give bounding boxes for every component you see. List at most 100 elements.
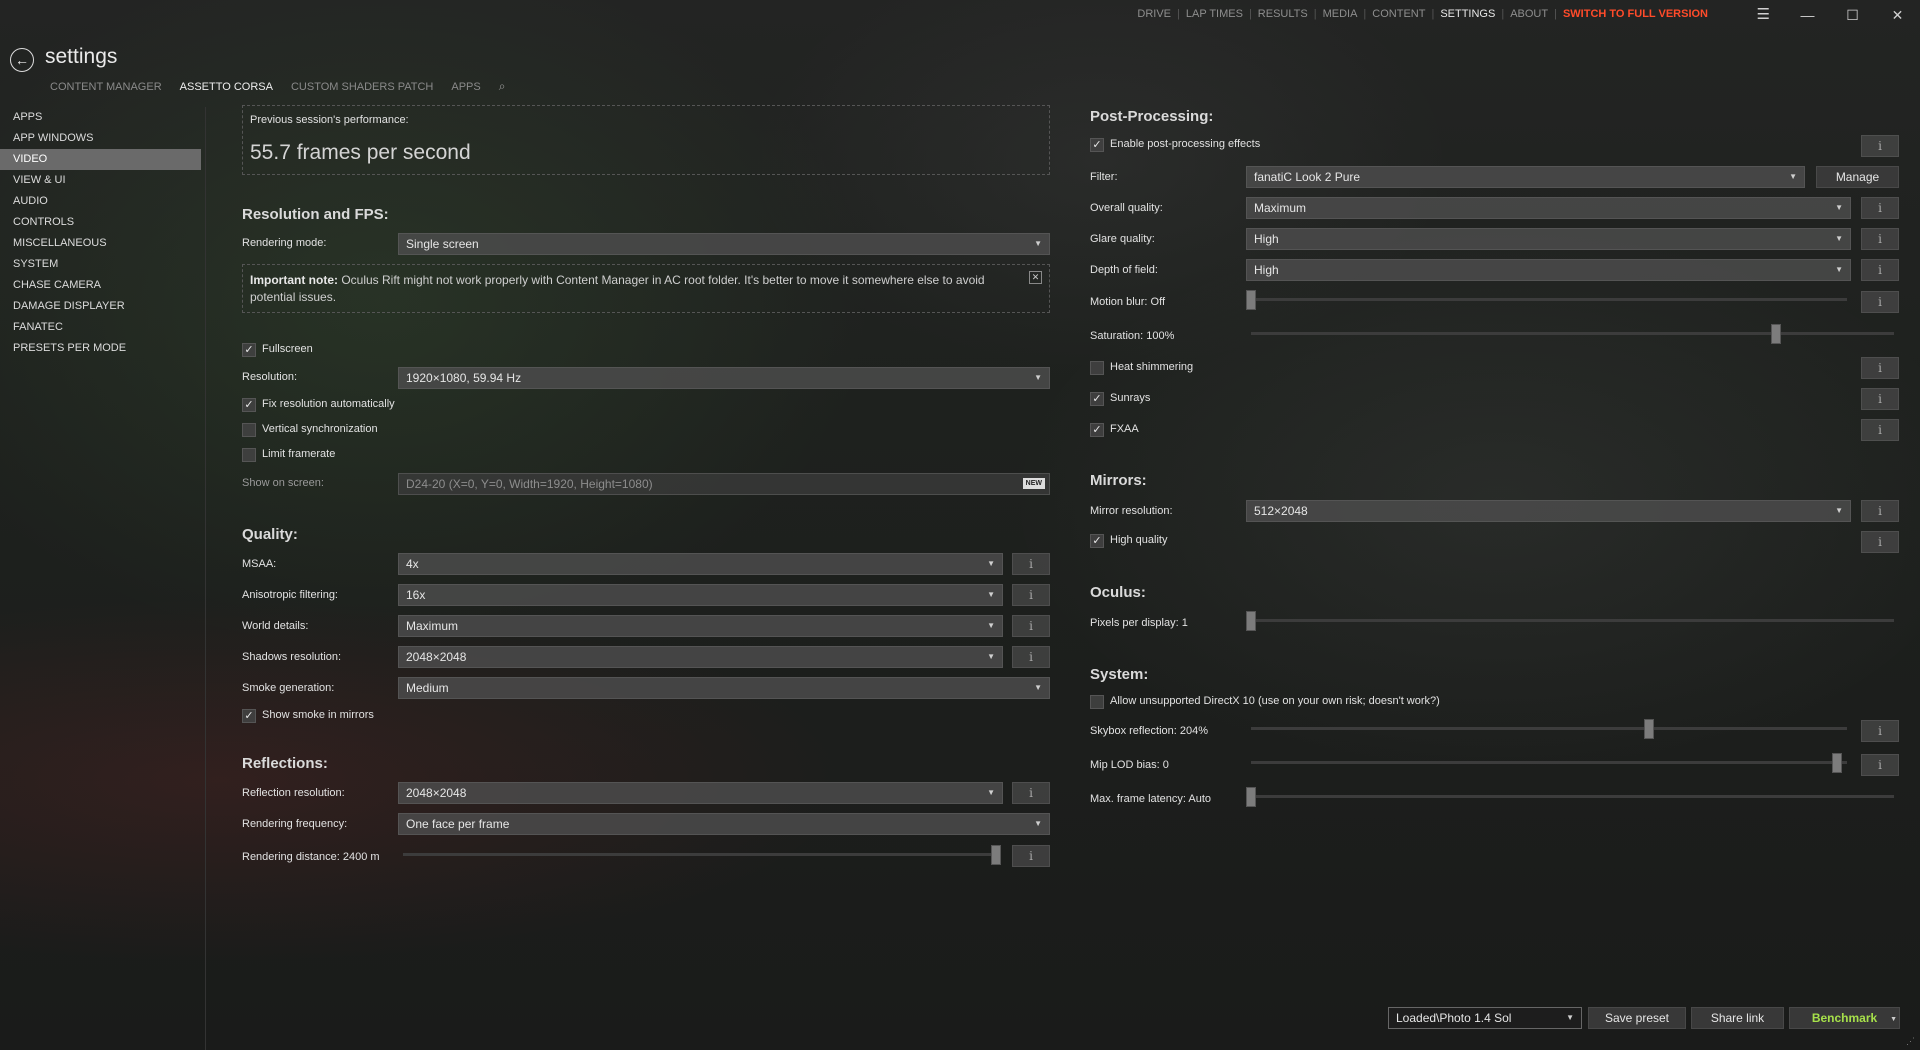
rendering-frequency-label: Rendering frequency: [242, 818, 348, 830]
save-preset-button[interactable]: Save preset [1588, 1007, 1686, 1029]
anisotropic-info-icon[interactable]: i [1012, 584, 1050, 606]
world-details-info-icon[interactable]: i [1012, 615, 1050, 637]
fix-resolution-checkbox[interactable]: ✓ [242, 398, 256, 412]
manage-button[interactable]: Manage [1816, 166, 1899, 188]
important-note-text: Oculus Rift might not work properly with… [250, 273, 985, 304]
frame-latency-slider[interactable] [1251, 795, 1894, 798]
frame-latency-slider-thumb[interactable] [1246, 787, 1256, 807]
motion-blur-label: Motion blur: Off [1090, 296, 1165, 308]
mip-lod-bias-label: Mip LOD bias: 0 [1090, 759, 1169, 771]
fix-resolution-label: Fix resolution automatically [262, 398, 395, 410]
rendering-distance-info-icon[interactable]: i [1012, 845, 1050, 867]
quality-header: Quality: [242, 526, 298, 543]
msaa-info-icon[interactable]: i [1012, 553, 1050, 575]
chevron-down-icon: ▼ [1034, 239, 1042, 248]
show-on-screen-value: D24-20 (X=0, Y=0, Width=1920, Height=108… [406, 477, 653, 491]
motion-blur-slider-thumb[interactable] [1246, 290, 1256, 310]
world-details-dropdown[interactable]: Maximum ▼ [398, 615, 1003, 637]
filter-label: Filter: [1090, 171, 1118, 183]
saturation-slider-thumb[interactable] [1771, 324, 1782, 344]
preset-dropdown[interactable]: Loaded\Photo 1.4 Sol ▼ [1388, 1007, 1582, 1029]
msaa-value: 4x [406, 557, 419, 571]
depth-of-field-info-icon[interactable]: i [1861, 259, 1899, 281]
directx10-label: Allow unsupported DirectX 10 (use on you… [1110, 695, 1440, 707]
mirror-resolution-info-icon[interactable]: i [1861, 500, 1899, 522]
sunrays-info-icon[interactable]: i [1861, 388, 1899, 410]
rendering-distance-label: Rendering distance: 2400 m [242, 851, 380, 863]
mirrors-header: Mirrors: [1090, 472, 1147, 489]
fxaa-info-icon[interactable]: i [1861, 419, 1899, 441]
depth-of-field-label: Depth of field: [1090, 264, 1158, 276]
reflections-header: Reflections: [242, 755, 328, 772]
msaa-label: MSAA: [242, 558, 277, 570]
msaa-dropdown[interactable]: 4x ▼ [398, 553, 1003, 575]
performance-value: 55.7 frames per second [250, 141, 471, 164]
heat-shimmering-info-icon[interactable]: i [1861, 357, 1899, 379]
mip-lod-bias-info-icon[interactable]: i [1861, 754, 1899, 776]
benchmark-button[interactable]: Benchmark ▼ [1789, 1007, 1900, 1029]
limit-framerate-checkbox[interactable] [242, 448, 256, 462]
pixels-per-display-label: Pixels per display: 1 [1090, 617, 1188, 629]
skybox-reflection-slider[interactable] [1251, 727, 1847, 730]
reflection-resolution-value: 2048×2048 [406, 786, 467, 800]
skybox-reflection-slider-thumb[interactable] [1644, 719, 1655, 739]
chevron-down-icon: ▼ [987, 559, 995, 568]
chevron-down-icon: ▼ [1566, 1013, 1574, 1022]
saturation-label: Saturation: 100% [1090, 330, 1175, 342]
mip-lod-bias-slider-thumb[interactable] [1832, 753, 1842, 773]
depth-of-field-dropdown[interactable]: High ▼ [1246, 259, 1851, 281]
smoke-dropdown[interactable]: Medium ▼ [398, 677, 1050, 699]
mirror-resolution-dropdown[interactable]: 512×2048 ▼ [1246, 500, 1851, 522]
smoke-value: Medium [406, 681, 449, 695]
vsync-checkbox[interactable] [242, 423, 256, 437]
rendering-mode-label: Rendering mode: [242, 237, 327, 249]
share-link-button[interactable]: Share link [1691, 1007, 1784, 1029]
depth-of-field-value: High [1254, 263, 1279, 277]
glare-quality-info-icon[interactable]: i [1861, 228, 1899, 250]
rendering-frequency-dropdown[interactable]: One face per frame ▼ [398, 813, 1050, 835]
fxaa-label: FXAA [1110, 423, 1139, 435]
reflection-resolution-dropdown[interactable]: 2048×2048 ▼ [398, 782, 1003, 804]
pixels-per-display-slider-thumb[interactable] [1246, 611, 1256, 631]
shadows-dropdown[interactable]: 2048×2048 ▼ [398, 646, 1003, 668]
rendering-distance-slider[interactable] [403, 853, 1001, 856]
settings-content: Previous session's performance: 55.7 fra… [0, 0, 1920, 1050]
chevron-down-icon: ▼ [1835, 506, 1843, 515]
overall-quality-dropdown[interactable]: Maximum ▼ [1246, 197, 1851, 219]
rendering-mode-dropdown[interactable]: Single screen ▼ [398, 233, 1050, 255]
resolution-dropdown[interactable]: 1920×1080, 59.94 Hz ▼ [398, 367, 1050, 389]
pixels-per-display-slider[interactable] [1251, 619, 1894, 622]
smoke-mirrors-label: Show smoke in mirrors [262, 709, 374, 721]
sunrays-label: Sunrays [1110, 392, 1151, 404]
filter-dropdown[interactable]: fanatiC Look 2 Pure ▼ [1246, 166, 1805, 188]
skybox-reflection-info-icon[interactable]: i [1861, 720, 1899, 742]
directx10-checkbox[interactable] [1090, 695, 1104, 709]
anisotropic-dropdown[interactable]: 16x ▼ [398, 584, 1003, 606]
heat-shimmering-checkbox[interactable] [1090, 361, 1104, 375]
rendering-distance-slider-thumb[interactable] [991, 845, 1001, 865]
glare-quality-dropdown[interactable]: High ▼ [1246, 228, 1851, 250]
chevron-down-icon: ▼ [1034, 373, 1042, 382]
shadows-value: 2048×2048 [406, 650, 467, 664]
fullscreen-checkbox[interactable]: ✓ [242, 343, 256, 357]
motion-blur-info-icon[interactable]: i [1861, 291, 1899, 313]
overall-quality-info-icon[interactable]: i [1861, 197, 1899, 219]
sunrays-checkbox[interactable]: ✓ [1090, 392, 1104, 406]
close-icon[interactable]: ✕ [1029, 271, 1042, 284]
smoke-mirrors-checkbox[interactable]: ✓ [242, 709, 256, 723]
fxaa-checkbox[interactable]: ✓ [1090, 423, 1104, 437]
post-processing-info-icon[interactable]: i [1861, 135, 1899, 157]
heat-shimmering-label: Heat shimmering [1110, 361, 1194, 373]
chevron-down-icon: ▼ [987, 621, 995, 630]
chevron-down-icon: ▼ [987, 590, 995, 599]
post-processing-checkbox[interactable]: ✓ [1090, 138, 1104, 152]
resolution-fps-header: Resolution and FPS: [242, 206, 389, 223]
mip-lod-bias-slider[interactable] [1251, 761, 1847, 764]
saturation-slider[interactable] [1251, 332, 1894, 335]
mirror-high-quality-checkbox[interactable]: ✓ [1090, 534, 1104, 548]
shadows-info-icon[interactable]: i [1012, 646, 1050, 668]
mirror-high-quality-info-icon[interactable]: i [1861, 531, 1899, 553]
resize-grip-icon[interactable]: ⋰ [1906, 1036, 1915, 1047]
reflection-resolution-info-icon[interactable]: i [1012, 782, 1050, 804]
motion-blur-slider[interactable] [1251, 298, 1847, 301]
